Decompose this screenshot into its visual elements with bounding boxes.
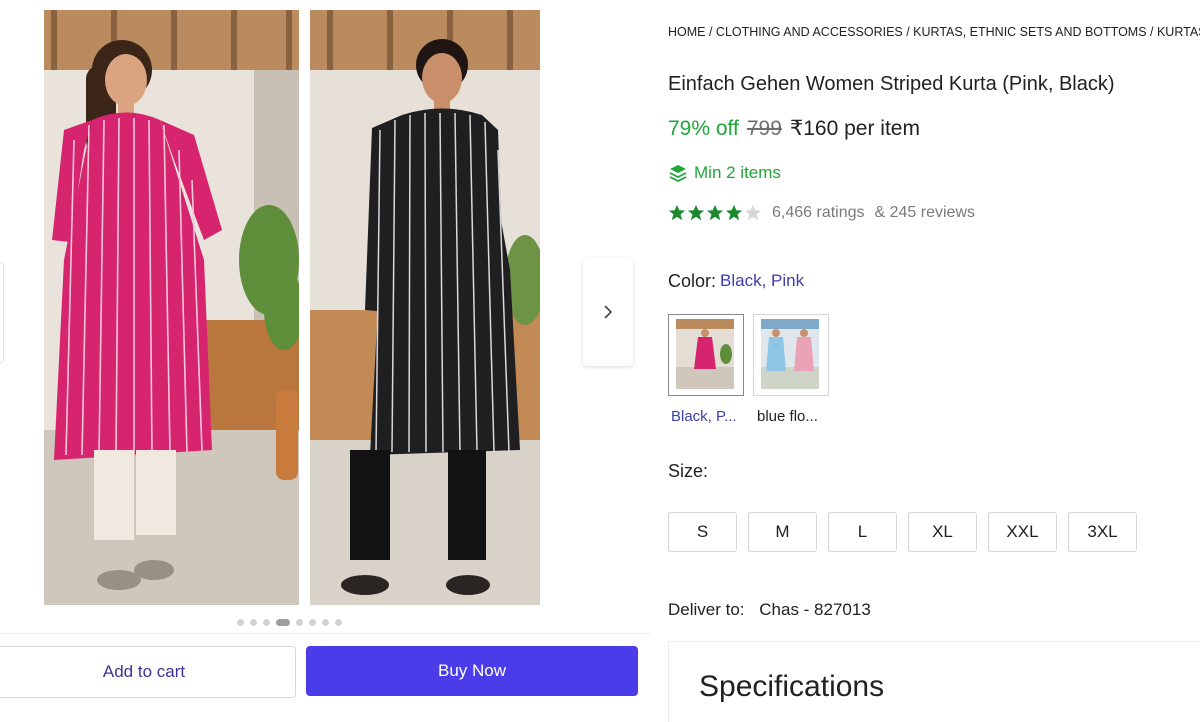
selected-color: Black, Pink xyxy=(720,271,805,290)
carousel-dot[interactable] xyxy=(263,619,270,626)
size-options: S M L XL XXL 3XL xyxy=(668,512,1137,552)
color-swatch-blue-floral[interactable] xyxy=(753,314,829,396)
ratings-count: 6,466 ratings xyxy=(772,204,865,221)
carousel-dot[interactable] xyxy=(276,619,290,626)
delivery-location[interactable]: Deliver to: Chas - 827013 xyxy=(668,600,871,620)
size-option-xxl[interactable]: XXL xyxy=(988,512,1057,552)
image-carousel-dots xyxy=(237,619,342,626)
rating-row[interactable]: 6,466 ratings & 245 reviews xyxy=(668,204,975,222)
carousel-dot[interactable] xyxy=(322,619,329,626)
product-details: HOME / CLOTHING AND ACCESSORIES / KURTAS… xyxy=(668,0,1200,722)
add-to-cart-button[interactable]: Add to cart xyxy=(0,646,296,698)
delivery-pincode: Chas - 827013 xyxy=(759,600,871,619)
original-price: 799 xyxy=(746,117,782,140)
product-gallery: Add to cart Buy Now xyxy=(0,0,650,708)
size-option-m[interactable]: M xyxy=(748,512,817,552)
star-rating xyxy=(668,204,762,222)
carousel-dot[interactable] xyxy=(250,619,257,626)
size-label: Size: xyxy=(668,461,709,481)
buy-now-button[interactable]: Buy Now xyxy=(306,646,638,696)
carousel-dot[interactable] xyxy=(335,619,342,626)
star-icon xyxy=(744,204,762,221)
price-row: 79% off 799 ₹160 per item xyxy=(668,116,920,141)
specifications-card: Specifications xyxy=(668,641,1200,722)
next-image-button[interactable] xyxy=(583,258,633,366)
star-icon xyxy=(668,204,686,221)
color-label: Color: xyxy=(668,271,717,291)
minimum-quantity: Min 2 items xyxy=(668,163,781,183)
chevron-right-icon xyxy=(604,305,613,319)
product-title: Einfach Gehen Women Striped Kurta (Pink,… xyxy=(668,73,1115,95)
carousel-dot[interactable] xyxy=(237,619,244,626)
discount-label: 79% off xyxy=(668,117,739,140)
reviews-count: & 245 reviews xyxy=(874,204,976,221)
product-image-black[interactable] xyxy=(310,10,540,605)
size-option-3xl[interactable]: 3XL xyxy=(1068,512,1137,552)
star-icon xyxy=(687,204,705,221)
swatch-label: Black, P... xyxy=(671,408,737,425)
product-image-pink[interactable] xyxy=(44,10,299,605)
carousel-dot[interactable] xyxy=(296,619,303,626)
selling-price: ₹160 per item xyxy=(789,117,920,140)
star-icon xyxy=(706,204,724,221)
min-qty-text: Min 2 items xyxy=(694,163,781,182)
deliver-label: Deliver to: xyxy=(668,600,745,619)
star-icon xyxy=(725,204,743,221)
carousel-dot[interactable] xyxy=(309,619,316,626)
specifications-title: Specifications xyxy=(699,670,885,703)
swatch-label: blue flo... xyxy=(757,408,818,425)
color-selector-label: Color: Black, Pink xyxy=(668,271,804,292)
action-bar: Add to cart Buy Now xyxy=(0,633,650,709)
breadcrumb[interactable]: HOME / CLOTHING AND ACCESSORIES / KURTAS… xyxy=(668,25,1200,39)
size-option-l[interactable]: L xyxy=(828,512,897,552)
size-option-xl[interactable]: XL xyxy=(908,512,977,552)
stack-icon xyxy=(669,165,687,183)
previous-image-button[interactable] xyxy=(0,262,4,364)
color-swatch-black-pink[interactable] xyxy=(668,314,744,396)
size-option-s[interactable]: S xyxy=(668,512,737,552)
